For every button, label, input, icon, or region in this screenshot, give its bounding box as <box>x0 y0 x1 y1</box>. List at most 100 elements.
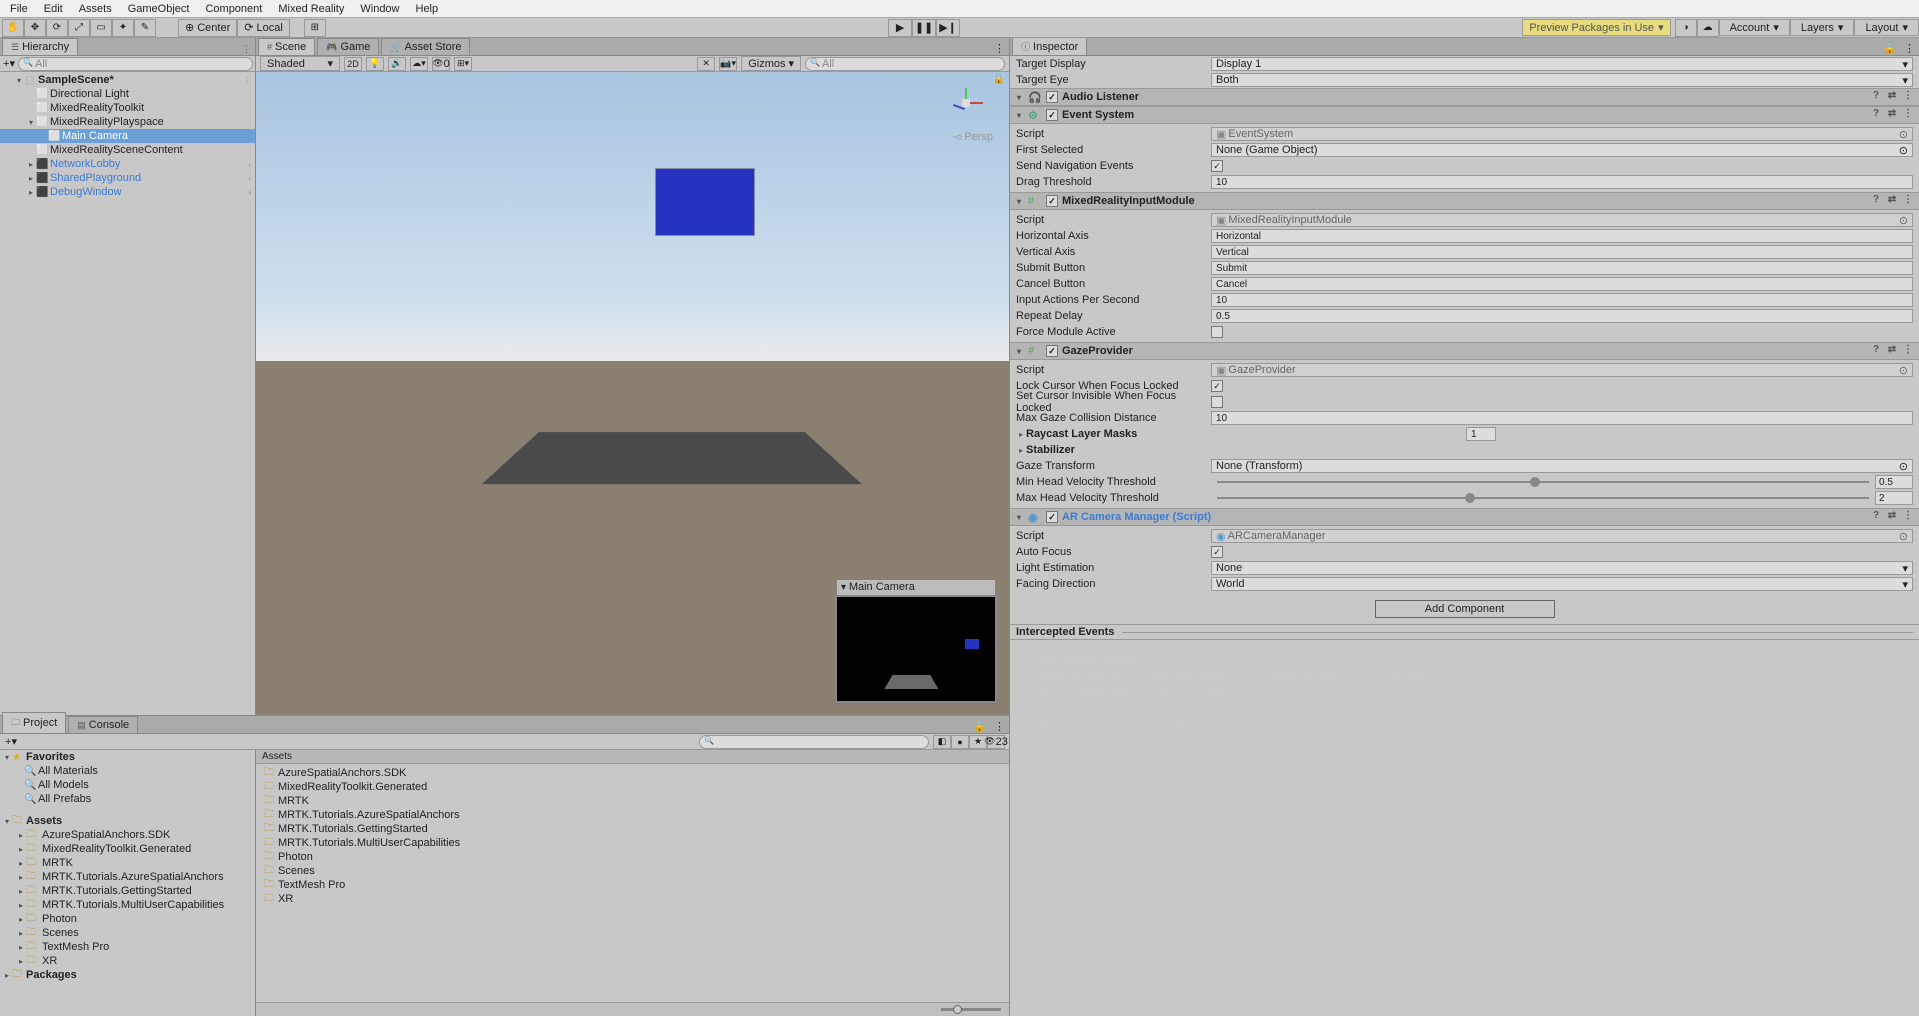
hierarchy-item[interactable]: ⬜MixedRealitySceneContent <box>0 143 255 157</box>
camera-icon[interactable]: 📷▾ <box>719 57 737 71</box>
foldout-icon[interactable]: ▸ <box>16 929 26 938</box>
foldout-icon[interactable]: ▸ <box>16 845 26 854</box>
favorite-filter-icon[interactable]: ● <box>951 735 969 749</box>
menu-component[interactable]: Component <box>197 1 270 17</box>
content-folder[interactable]: 🗀MRTK <box>256 794 1009 808</box>
preview-packages-badge[interactable]: Preview Packages in Use▾ <box>1522 19 1670 36</box>
help-icon[interactable]: ? <box>1869 108 1883 122</box>
component-enable-checkbox[interactable]: ✓ <box>1046 91 1058 103</box>
content-folder[interactable]: 🗀MRTK.Tutorials.AzureSpatialAnchors <box>256 808 1009 822</box>
menu-help[interactable]: Help <box>408 1 447 17</box>
hidden-toggle[interactable]: 👁0 <box>432 57 450 71</box>
favorites-header[interactable]: ▾★Favorites <box>0 750 255 764</box>
add-component-button[interactable]: Add Component <box>1375 600 1555 618</box>
max-gaze-field[interactable]: 10 <box>1211 411 1913 425</box>
content-folder[interactable]: 🗀Photon <box>256 850 1009 864</box>
content-folder[interactable]: 🗀AzureSpatialAnchors.SDK <box>256 766 1009 780</box>
intercepted-events-header[interactable]: Intercepted Events <box>1010 624 1919 640</box>
layout-dropdown[interactable]: Layout▾ <box>1854 19 1919 36</box>
perspective-label[interactable]: ◅Persp <box>953 130 993 143</box>
content-folder[interactable]: 🗀Scenes <box>256 864 1009 878</box>
component-enable-checkbox[interactable]: ✓ <box>1046 195 1058 207</box>
tab-project[interactable]: 🗀Project <box>2 712 66 733</box>
lock-icon[interactable]: 🔒 <box>993 74 1005 85</box>
shading-dropdown[interactable]: Shaded▾ <box>260 56 340 71</box>
invisible-cursor-checkbox[interactable] <box>1211 396 1223 408</box>
menu-gameobject[interactable]: GameObject <box>120 1 198 17</box>
foldout-icon[interactable]: ▸ <box>16 859 26 868</box>
hierarchy-item[interactable]: ▾⬜MixedRealityPlayspace <box>0 115 255 129</box>
foldout-icon[interactable]: ▸ <box>16 915 26 924</box>
help-icon[interactable]: ? <box>1869 344 1883 358</box>
hierarchy-search[interactable]: All <box>18 57 253 71</box>
audio-toggle[interactable]: 🔊 <box>388 57 406 71</box>
foldout-icon[interactable]: ▸ <box>26 160 36 169</box>
foldout-icon[interactable]: ▸ <box>16 873 26 882</box>
content-folder[interactable]: 🗀XR <box>256 892 1009 906</box>
gaze-transform-field[interactable]: None (Transform)⊙ <box>1211 459 1913 473</box>
foldout-icon[interactable]: ▾ <box>14 76 24 85</box>
hierarchy-item[interactable]: ⬜Main Camera <box>0 129 255 143</box>
facing-dropdown[interactable]: World▾ <box>1211 577 1913 591</box>
panel-menu-icon[interactable]: ⋮ <box>1900 42 1919 55</box>
gizmo-center[interactable] <box>962 99 970 107</box>
panel-menu-icon[interactable]: ⋮ <box>238 44 255 55</box>
hierarchy-item[interactable]: ⬜MixedRealityToolkit <box>0 101 255 115</box>
panel-menu-icon[interactable]: ⋮ <box>990 720 1009 733</box>
target-display-dropdown[interactable]: Display 1▾ <box>1211 57 1913 71</box>
menu-edit[interactable]: Edit <box>36 1 71 17</box>
menu-icon[interactable]: ⋮ <box>1901 344 1915 358</box>
lighting-toggle[interactable]: 💡 <box>366 57 384 71</box>
gizmos-dropdown[interactable]: Gizmos▾ <box>741 56 801 71</box>
submit-button-field[interactable]: Submit <box>1211 261 1913 275</box>
component-enable-checkbox[interactable]: ✓ <box>1046 109 1058 121</box>
tool-custom[interactable]: ✎ <box>134 19 156 37</box>
pivot-toggle[interactable]: ⊕Center <box>178 19 237 37</box>
thumbnail-size-slider[interactable] <box>256 1002 1009 1016</box>
first-selected-field[interactable]: None (Game Object)⊙ <box>1211 143 1913 157</box>
tab-inspector[interactable]: ⓘInspector <box>1012 38 1087 55</box>
menu-icon[interactable]: ⋮ <box>1901 194 1915 208</box>
tab-asset-store[interactable]: 🛒Asset Store <box>381 38 470 55</box>
foldout-icon[interactable]: ▾ <box>26 118 36 127</box>
component-ar-camera[interactable]: ▾◉ ✓ AR Camera Manager (Script) ?⇄⋮ <box>1010 508 1919 526</box>
pause-button[interactable]: ❚❚ <box>912 19 936 37</box>
hierarchy-item[interactable]: ▸⬛DebugWindow› <box>0 185 255 199</box>
space-toggle[interactable]: ⟳Local <box>237 19 290 37</box>
foldout-icon[interactable]: ▸ <box>16 831 26 840</box>
panel-menu-icon[interactable]: ⋮ <box>990 42 1009 55</box>
tab-scene[interactable]: #Scene <box>258 38 315 55</box>
force-module-checkbox[interactable] <box>1211 326 1223 338</box>
light-estimation-dropdown[interactable]: None▾ <box>1211 561 1913 575</box>
drag-threshold-field[interactable]: 10 <box>1211 175 1913 189</box>
foldout-icon[interactable]: ▸ <box>16 901 26 910</box>
max-head-slider[interactable] <box>1217 497 1869 499</box>
play-button[interactable]: ▶ <box>888 19 912 37</box>
min-head-slider[interactable] <box>1217 481 1869 483</box>
component-enable-checkbox[interactable]: ✓ <box>1046 511 1058 523</box>
content-folder[interactable]: 🗀MixedRealityToolkit.Generated <box>256 780 1009 794</box>
orientation-gizmo[interactable] <box>947 84 987 124</box>
cancel-button-field[interactable]: Cancel <box>1211 277 1913 291</box>
scene-root[interactable]: ▾ ⬚ SampleScene* ⋮ <box>0 73 255 87</box>
collab-button[interactable]: ◑ <box>1675 19 1697 37</box>
layers-dropdown[interactable]: Layers▾ <box>1790 19 1855 36</box>
vertical-axis-field[interactable]: Vertical <box>1211 245 1913 259</box>
tool-hand[interactable]: ✋ <box>2 19 24 37</box>
autofocus-checkbox[interactable]: ✓ <box>1211 546 1223 558</box>
lock-icon[interactable]: 🔒 <box>1880 44 1900 55</box>
preset-icon[interactable]: ⇄ <box>1885 194 1899 208</box>
favorite-item[interactable]: 🔍All Models <box>0 778 255 792</box>
component-enable-checkbox[interactable]: ✓ <box>1046 345 1058 357</box>
component-event-system[interactable]: ▾⚙ ✓ Event System ?⇄⋮ <box>1010 106 1919 124</box>
tab-game[interactable]: 🎮Game <box>317 38 379 55</box>
max-head-field[interactable]: 2 <box>1875 491 1913 505</box>
help-icon[interactable]: ? <box>1869 194 1883 208</box>
favorite-item[interactable]: 🔍All Materials <box>0 764 255 778</box>
preset-icon[interactable]: ⇄ <box>1885 108 1899 122</box>
tools-icon[interactable]: ✕ <box>697 57 715 71</box>
project-search[interactable] <box>699 735 929 749</box>
ips-field[interactable]: 10 <box>1211 293 1913 307</box>
foldout-icon[interactable]: ▸ <box>26 188 36 197</box>
hierarchy-item[interactable]: ▸⬛SharedPlayground› <box>0 171 255 185</box>
